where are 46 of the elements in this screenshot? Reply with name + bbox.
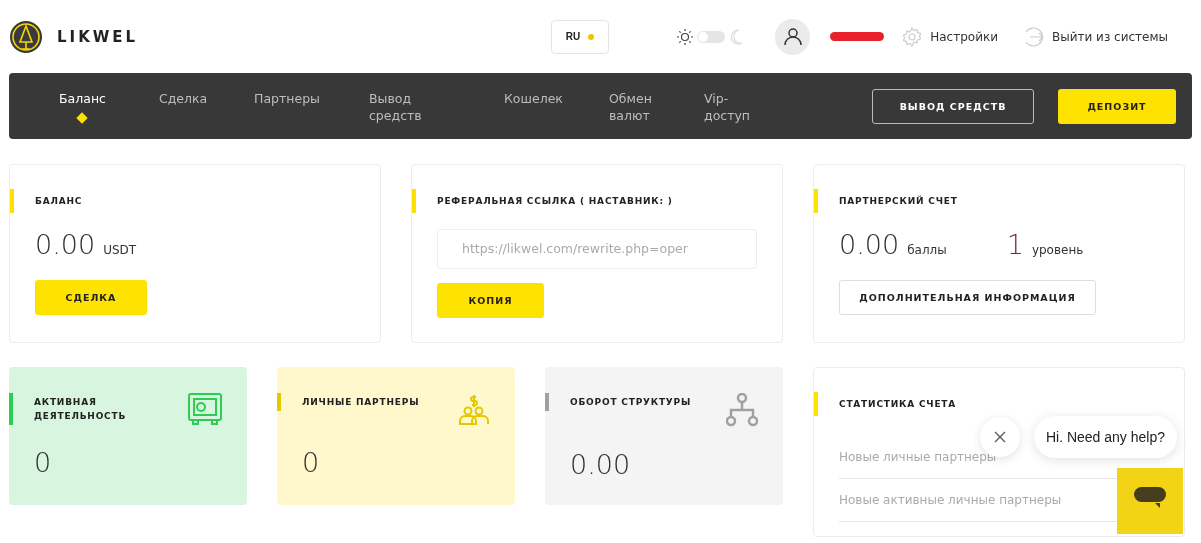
nav-tab[interactable]: Вывод средств — [369, 90, 424, 124]
nav-tab[interactable]: Баланс — [59, 90, 114, 107]
currency-label: USDT — [103, 243, 137, 257]
nav-tab[interactable]: Обмен валют — [609, 90, 659, 124]
card-title: ЛИЧНЫЕ ПАРТНЕРЫ — [277, 393, 432, 411]
chat-button[interactable] — [1117, 468, 1183, 534]
chat-message: Hi. Need any help? — [1033, 416, 1177, 458]
avatar[interactable] — [775, 18, 811, 55]
active-indicator — [76, 112, 88, 124]
language-selector[interactable]: RU — [550, 19, 610, 54]
nav-tab[interactable]: Vip-доступ — [704, 90, 754, 124]
deposit-button[interactable]: ДЕПОЗИТ — [1058, 88, 1176, 124]
card-title: РЕФЕРАЛЬНАЯ ССЫЛКА ( НАСТАВНИК: ) — [412, 189, 782, 213]
stat-value: 0 — [34, 447, 53, 478]
card-title: АКТИВНАЯ ДЕЯТЕЛЬНОСТЬ — [9, 393, 164, 425]
card-title: ПАРТНЕРСКИЙ СЧЕТ — [814, 189, 1184, 213]
close-icon — [993, 431, 1006, 443]
points-label: баллы — [907, 243, 947, 257]
deal-button[interactable]: СДЕЛКА — [35, 280, 147, 315]
moon-icon — [729, 28, 744, 45]
nav-tab[interactable]: Сделка — [159, 90, 214, 107]
redaction-mark — [830, 32, 885, 41]
nav-tab[interactable]: Кошелек — [504, 90, 564, 107]
user-icon — [783, 27, 802, 46]
sun-icon — [677, 28, 694, 45]
points-amount: 0.00 — [839, 229, 900, 260]
settings-icon — [902, 26, 923, 47]
logout-link[interactable]: Выйти из системы — [1022, 25, 1168, 48]
card-title: ОБОРОТ СТРУКТУРЫ — [545, 393, 700, 411]
stat-value: 0.00 — [570, 449, 632, 480]
more-info-button[interactable]: ДОПОЛНИТЕЛЬНАЯ ИНФОРМАЦИЯ — [839, 280, 1096, 315]
logo-icon[interactable] — [9, 19, 43, 54]
copy-button[interactable]: КОПИЯ — [437, 283, 544, 318]
hierarchy-icon — [726, 393, 758, 427]
withdraw-button[interactable]: ВЫВОД СРЕДСТВ — [872, 88, 1034, 124]
brand-name: LIKWEL — [57, 27, 139, 46]
balance-amount: 0.00 — [35, 229, 96, 260]
safe-icon — [188, 393, 222, 425]
level-number: 1 — [1006, 229, 1024, 260]
nav-tab[interactable]: Партнеры — [254, 90, 324, 107]
settings-link[interactable]: Настройки — [902, 26, 998, 47]
stat-value: 0 — [302, 447, 321, 478]
level-label: уровень — [1031, 243, 1084, 257]
card-title: БАЛАНС — [10, 189, 380, 213]
theme-toggle[interactable] — [697, 30, 726, 43]
people-coin-icon — [458, 393, 490, 425]
